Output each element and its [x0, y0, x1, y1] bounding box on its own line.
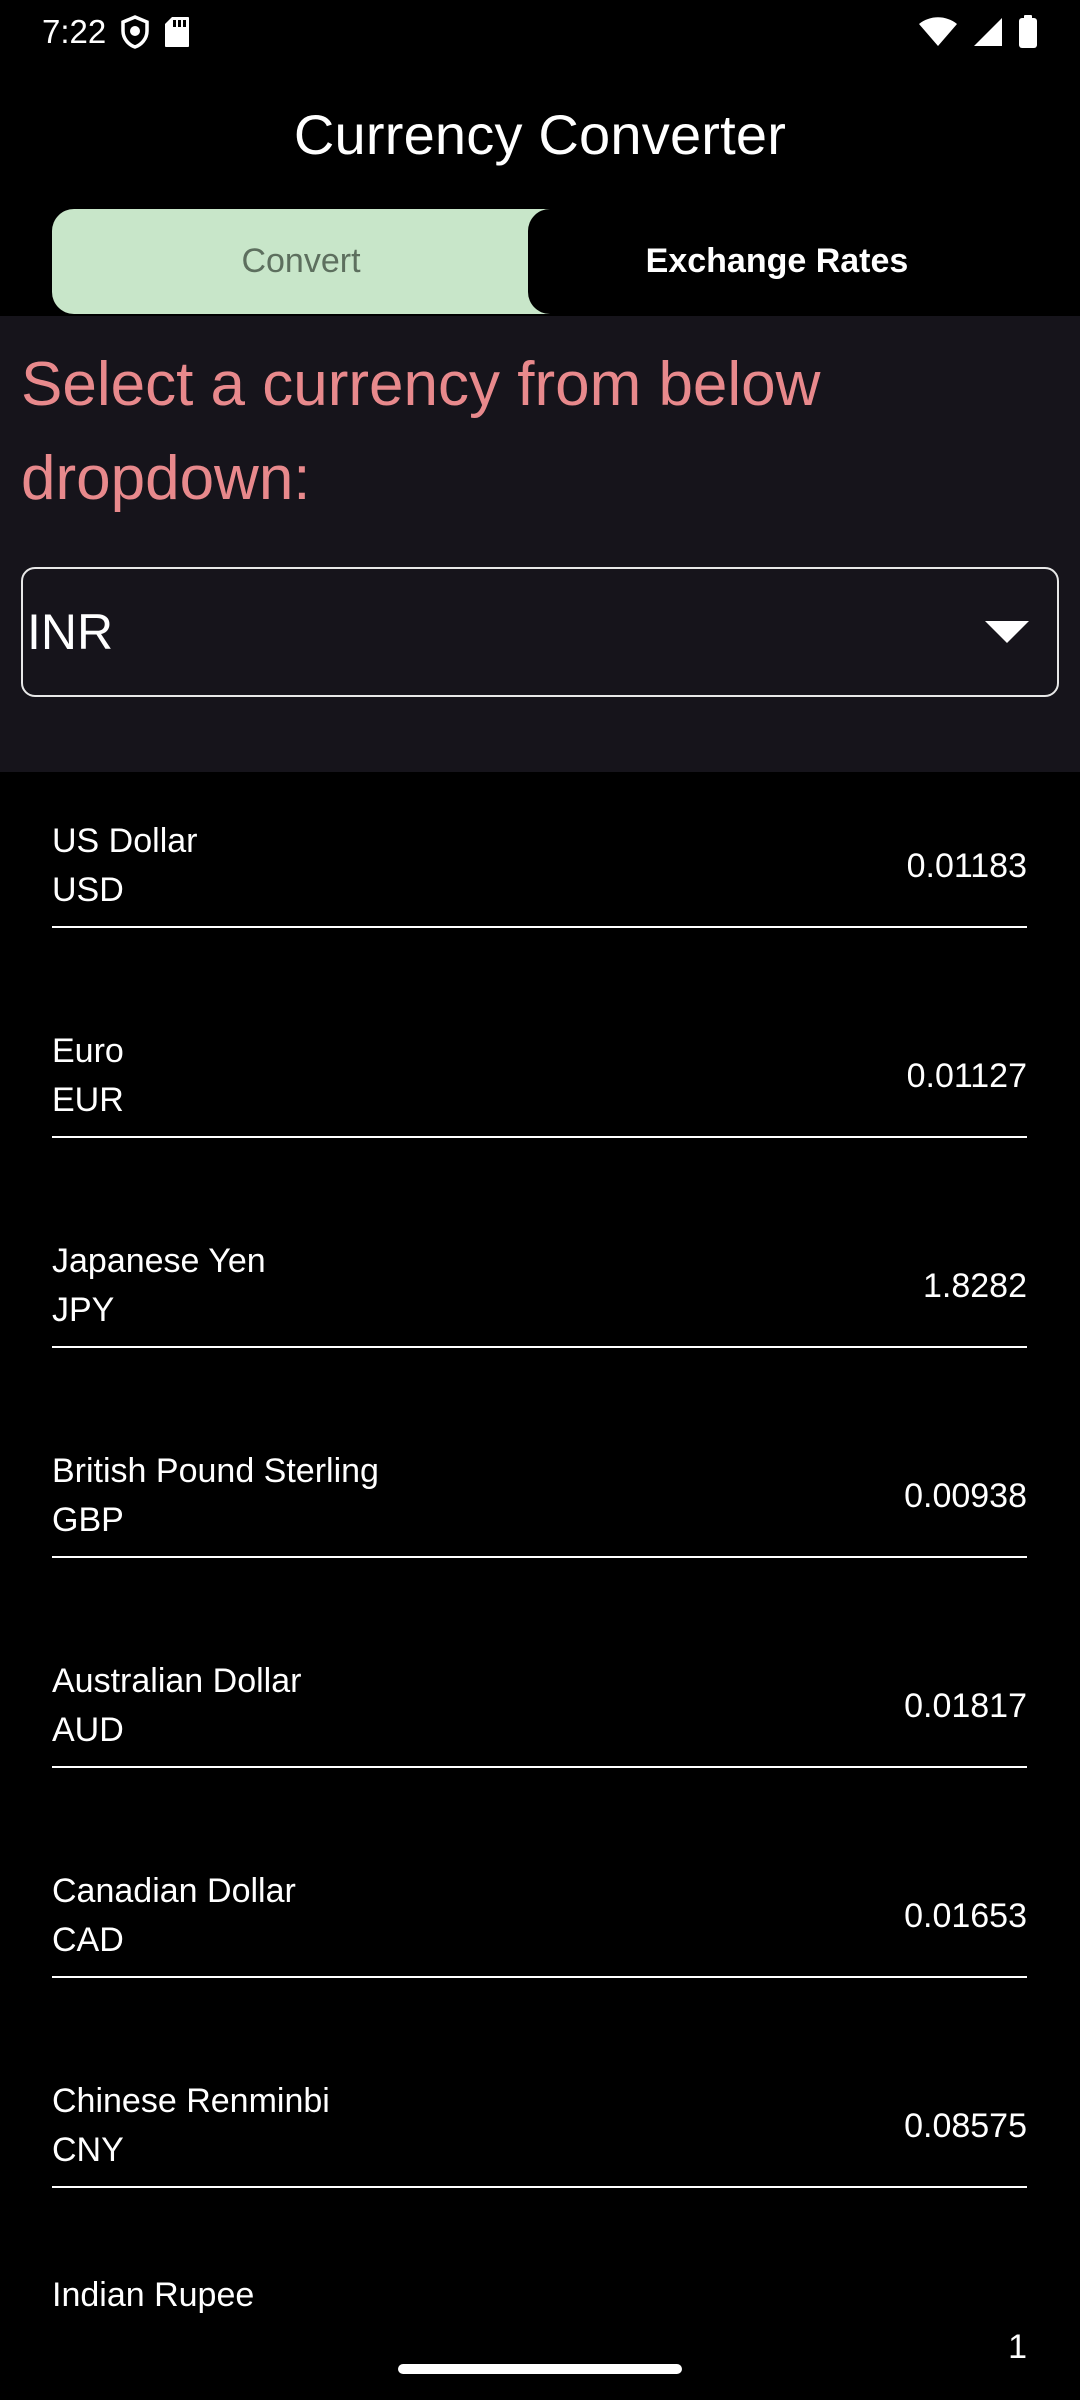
- home-indicator[interactable]: [398, 2364, 682, 2374]
- rate-value: 0.01653: [904, 1896, 1027, 1935]
- currency-code: EUR: [52, 1081, 124, 1119]
- rate-names: Indian Rupee: [52, 2276, 254, 2315]
- currency-name: US Dollar: [52, 822, 198, 860]
- currency-name: Chinese Renminbi: [52, 2082, 330, 2120]
- status-bar: 7:22: [0, 0, 1080, 64]
- dropdown-selected-value: INR: [27, 604, 114, 660]
- list-item[interactable]: Euro EUR 0.01127: [52, 982, 1027, 1192]
- rate-value: 1.8282: [923, 1266, 1027, 1305]
- rate-row: British Pound Sterling GBP 0.00938: [52, 1436, 1027, 1558]
- rate-value: 1: [1008, 2328, 1027, 2366]
- currency-name: Japanese Yen: [52, 1242, 266, 1280]
- list-item[interactable]: Indian Rupee 1: [52, 2242, 1027, 2400]
- status-left: 7:22: [42, 13, 190, 51]
- list-item[interactable]: US Dollar USD 0.01183: [52, 772, 1027, 982]
- rate-names: US Dollar USD: [52, 822, 197, 910]
- rate-row: Euro EUR 0.01127: [52, 1016, 1027, 1138]
- rate-names: British Pound Sterling GBP: [52, 1452, 379, 1540]
- currency-select-panel: Select a currency from below dropdown: I…: [0, 316, 1080, 772]
- currency-name: Indian Rupee: [52, 2276, 255, 2314]
- rate-row: Japanese Yen JPY 1.8282: [52, 1226, 1027, 1348]
- tab-exchange-rates[interactable]: Exchange Rates: [528, 209, 1026, 314]
- list-item[interactable]: Canadian Dollar CAD 0.01653: [52, 1822, 1027, 2032]
- currency-name: Euro: [52, 1032, 124, 1070]
- currency-code: AUD: [52, 1711, 124, 1749]
- rate-names: Canadian Dollar CAD: [52, 1872, 296, 1960]
- list-item[interactable]: Chinese Renminbi CNY 0.08575: [52, 2032, 1027, 2242]
- select-prompt: Select a currency from below dropdown:: [21, 350, 821, 513]
- tab-bar: Convert Exchange Rates: [52, 209, 1026, 314]
- shield-icon: [120, 15, 150, 49]
- currency-dropdown[interactable]: INR: [21, 567, 1059, 697]
- rate-names: Euro EUR: [52, 1032, 124, 1120]
- rate-row: Chinese Renminbi CNY 0.08575: [52, 2066, 1027, 2188]
- rate-value: 0.01127: [906, 1056, 1027, 1095]
- status-right: [918, 15, 1038, 49]
- tab-convert[interactable]: Convert: [52, 209, 550, 314]
- rate-names: Australian Dollar AUD: [52, 1662, 301, 1750]
- currency-code: USD: [52, 871, 124, 909]
- cellular-signal-icon: [972, 16, 1004, 48]
- currency-code: JPY: [52, 1291, 115, 1329]
- rate-value: 0.01817: [904, 1686, 1027, 1725]
- currency-name: Australian Dollar: [52, 1662, 302, 1700]
- currency-code: CNY: [52, 2131, 124, 2169]
- currency-name: British Pound Sterling: [52, 1452, 379, 1490]
- screen: 7:22 Currency Converter Convert Exchange…: [0, 0, 1080, 2400]
- rate-row: Canadian Dollar CAD 0.01653: [52, 1856, 1027, 1978]
- rate-value: 0.08575: [904, 2106, 1027, 2145]
- dropdown-arrow-icon: [985, 621, 1029, 643]
- rate-names: Chinese Renminbi CNY: [52, 2082, 330, 2170]
- rate-row: US Dollar USD 0.01183: [52, 806, 1027, 928]
- status-time: 7:22: [42, 13, 107, 50]
- battery-icon: [1018, 15, 1038, 49]
- rate-names: Japanese Yen JPY: [52, 1242, 266, 1330]
- currency-name: Canadian Dollar: [52, 1872, 296, 1910]
- wifi-icon: [918, 16, 958, 48]
- currency-code: GBP: [52, 1501, 124, 1539]
- sd-card-icon: [164, 16, 190, 48]
- list-item[interactable]: British Pound Sterling GBP 0.00938: [52, 1402, 1027, 1612]
- exchange-rate-list[interactable]: US Dollar USD 0.01183 Euro EUR 0.01127 J…: [52, 772, 1027, 2400]
- currency-code: CAD: [52, 1921, 124, 1959]
- rate-row: Indian Rupee 1: [52, 2276, 1027, 2398]
- list-item[interactable]: Australian Dollar AUD 0.01817: [52, 1612, 1027, 1822]
- page-title: Currency Converter: [293, 102, 787, 166]
- rate-value: 0.01183: [906, 846, 1027, 885]
- app-bar: Currency Converter: [0, 64, 1080, 204]
- list-item[interactable]: Japanese Yen JPY 1.8282: [52, 1192, 1027, 1402]
- rate-row: Australian Dollar AUD 0.01817: [52, 1646, 1027, 1768]
- rate-value: 0.00938: [904, 1476, 1027, 1515]
